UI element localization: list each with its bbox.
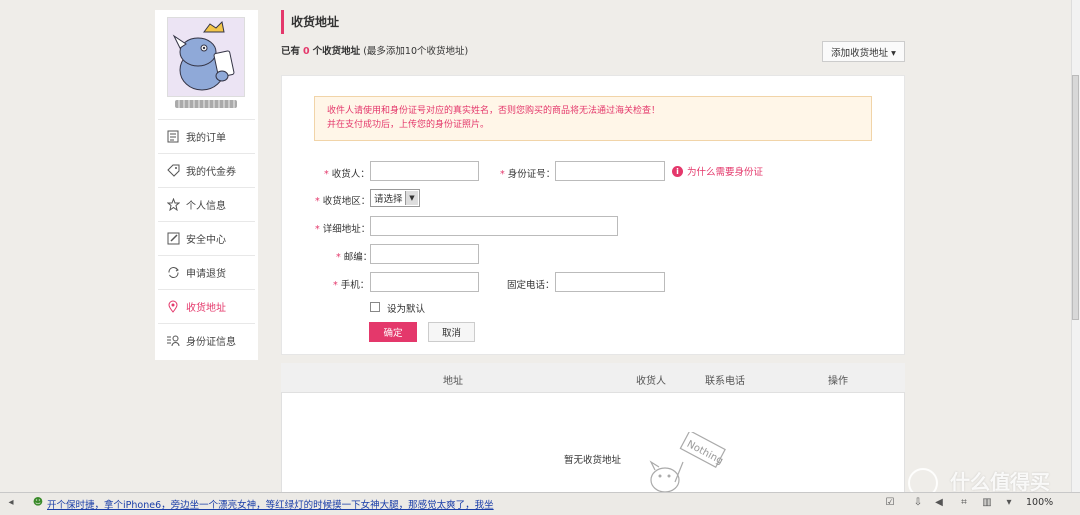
volume-icon[interactable]: ◀ [933,496,945,508]
notice-line-2: 并在支付成功后，上传您的身份证照片。 [327,120,490,130]
sidebar-item-address[interactable]: 收货地址 [158,289,255,323]
username-blurred [175,100,237,108]
download-icon[interactable]: ⇩ [912,496,924,508]
why-id-link[interactable]: i 为什么需要身份证 [672,164,763,178]
sidebar-item-orders[interactable]: 我的订单 [158,119,255,153]
customs-notice: 收件人请使用和身份证号对应的真实姓名，否则您购买的商品将无法通过海关检查！ 并在… [314,96,872,141]
smiley-icon[interactable]: ☻ [32,496,44,508]
table-header [281,363,905,393]
zoom-menu-icon[interactable]: ▾ [1003,496,1015,508]
add-address-button[interactable]: 添加收货地址 ▾ [822,41,905,62]
check-icon[interactable]: ☑ [884,496,896,508]
cancel-button[interactable]: 取消 [428,322,475,342]
info-icon: i [672,165,683,177]
sidebar-item-coupons[interactable]: 我的代金券 [158,153,255,187]
sidebar-item-security[interactable]: 安全中心 [158,221,255,255]
edit-icon [166,232,180,246]
receiver-input[interactable] [370,161,479,181]
id-number-input[interactable] [555,161,665,181]
sidebar-item-label: 安全中心 [186,235,226,246]
status-news-link[interactable]: 开个保时捷，拿个iPhone6，旁边坐一个漂亮女神，等红绿灯的时候摸一下女神大腿… [47,497,494,511]
watermark-text: 什么值得买 [950,470,1050,494]
dropdown-arrow-icon: ▼ [405,191,418,205]
default-label: 设为默认 [387,304,426,315]
rhino-avatar-icon [168,18,244,96]
mobile-label: * 手机： [333,280,370,291]
crop-icon[interactable]: ⌗ [958,496,970,508]
star-icon [166,198,180,212]
id-number-label: * 身份证号： [500,169,556,180]
count-prefix: 已有 [281,46,301,57]
id-card-icon [166,334,180,348]
column-phone: 联系电话 [705,376,745,387]
count-value: 0 [303,46,310,57]
coupon-icon [166,164,180,178]
refresh-icon [166,266,180,280]
column-receiver: 收货人 [636,376,666,387]
column-actions: 操作 [828,376,848,387]
page-title: 收货地址 [291,15,340,29]
toggle-sidebar-icon[interactable]: ◂ [5,496,17,508]
landline-input[interactable] [555,272,665,292]
zip-label: * 邮编： [336,252,373,263]
sidebar-item-label: 收货地址 [186,303,226,314]
address-input[interactable] [370,216,618,236]
sidebar-item-label: 申请退货 [186,269,226,280]
avatar[interactable] [167,17,245,97]
empty-state-text: 暂无收货地址 [564,455,622,466]
sidebar-item-label: 身份证信息 [186,337,236,348]
sidebar-item-returns[interactable]: 申请退货 [158,255,255,289]
zoom-level[interactable]: 100% [1026,497,1053,508]
sidebar-item-profile[interactable]: 个人信息 [158,187,255,221]
receiver-label: * 收货人： [324,169,370,180]
column-address: 地址 [443,376,463,387]
mobile-input[interactable] [370,272,479,292]
view-icon[interactable]: ▥ [981,496,993,508]
sidebar-item-label: 个人信息 [186,201,226,212]
nothing-mascot-icon: Nothing [645,429,735,493]
notice-line-1: 收件人请使用和身份证号对应的真实姓名，否则您购买的商品将无法通过海关检查！ [327,106,661,116]
region-label: * 收货地区： [315,196,371,207]
scrollbar-thumb[interactable] [1072,75,1079,320]
order-icon [166,130,180,144]
address-count: 已有 0 个收货地址 (最多添加10个收货地址) [281,43,468,57]
default-checkbox[interactable] [370,302,380,312]
location-icon [166,300,180,314]
landline-label: 固定电话： [507,280,555,291]
confirm-button[interactable]: 确定 [369,322,417,342]
count-unit: 个收货地址 [312,46,361,57]
sidebar-item-label: 我的代金券 [186,167,236,178]
region-select[interactable]: 请选择 ▼ [370,189,420,207]
title-accent-bar [281,10,284,34]
address-label: * 详细地址： [315,224,371,235]
count-note: (最多添加10个收货地址) [363,46,469,57]
zip-input[interactable] [370,244,479,264]
sidebar-item-label: 我的订单 [186,133,226,144]
sidebar-item-id-info[interactable]: 身份证信息 [158,323,255,357]
